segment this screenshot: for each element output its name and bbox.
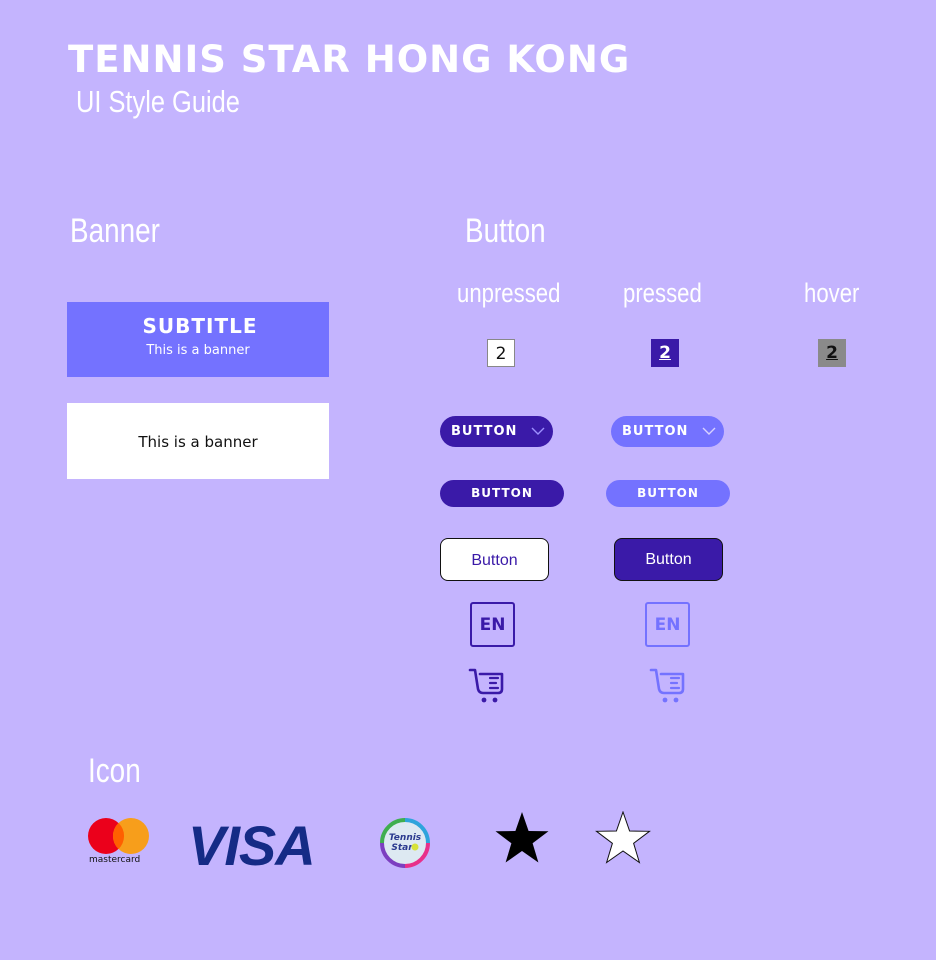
brand-title: Tennis Star Hong Kong [68, 38, 631, 81]
page-number-hover[interactable]: 2 [818, 339, 846, 367]
banner-text: This is a banner [138, 433, 258, 451]
state-label-unpressed: unpressed [457, 278, 561, 308]
page-subtitle: UI Style Guide [76, 84, 240, 119]
chevron-down-icon [531, 427, 545, 435]
chevron-down-icon [702, 427, 716, 435]
cart-icon[interactable] [649, 667, 687, 705]
banner-text: This is a banner [146, 343, 250, 358]
outline-button-unpressed[interactable]: Button [440, 538, 549, 581]
state-label-pressed: pressed [623, 278, 702, 308]
pill-button-unpressed[interactable]: Button [440, 480, 564, 507]
section-title-banner: Banner [70, 212, 160, 250]
language-button-unpressed[interactable]: EN [470, 602, 515, 647]
star-filled-icon[interactable] [493, 811, 551, 867]
dropdown-button-label: Button [622, 424, 689, 439]
visa-icon: VISA [188, 814, 316, 877]
banner-primary: Subtitle This is a banner [67, 302, 329, 377]
cart-icon[interactable] [468, 667, 506, 705]
section-title-icon: Icon [88, 752, 141, 790]
dropdown-button-unpressed[interactable]: Button [440, 416, 553, 447]
pill-button-pressed[interactable]: Button [606, 480, 730, 507]
state-label-hover: hover [804, 278, 860, 308]
star-outline-icon[interactable] [594, 811, 652, 867]
banner-title: Subtitle [142, 314, 258, 338]
tennis-star-logo-icon: Tennis Star [378, 816, 432, 874]
language-button-pressed[interactable]: EN [645, 602, 690, 647]
outline-button-pressed[interactable]: Button [614, 538, 723, 581]
dropdown-button-label: Button [451, 424, 518, 439]
logo-text: Tennis [389, 833, 422, 843]
dropdown-button-pressed[interactable]: Button [611, 416, 724, 447]
page-number-pressed[interactable]: 2 [651, 339, 679, 367]
mastercard-label: mastercard [89, 855, 141, 865]
mastercard-icon: mastercard [88, 817, 152, 865]
banner-secondary: This is a banner [67, 403, 329, 479]
logo-text: Star [391, 843, 413, 853]
section-title-button: Button [465, 212, 546, 250]
page-number-unpressed[interactable]: 2 [487, 339, 515, 367]
